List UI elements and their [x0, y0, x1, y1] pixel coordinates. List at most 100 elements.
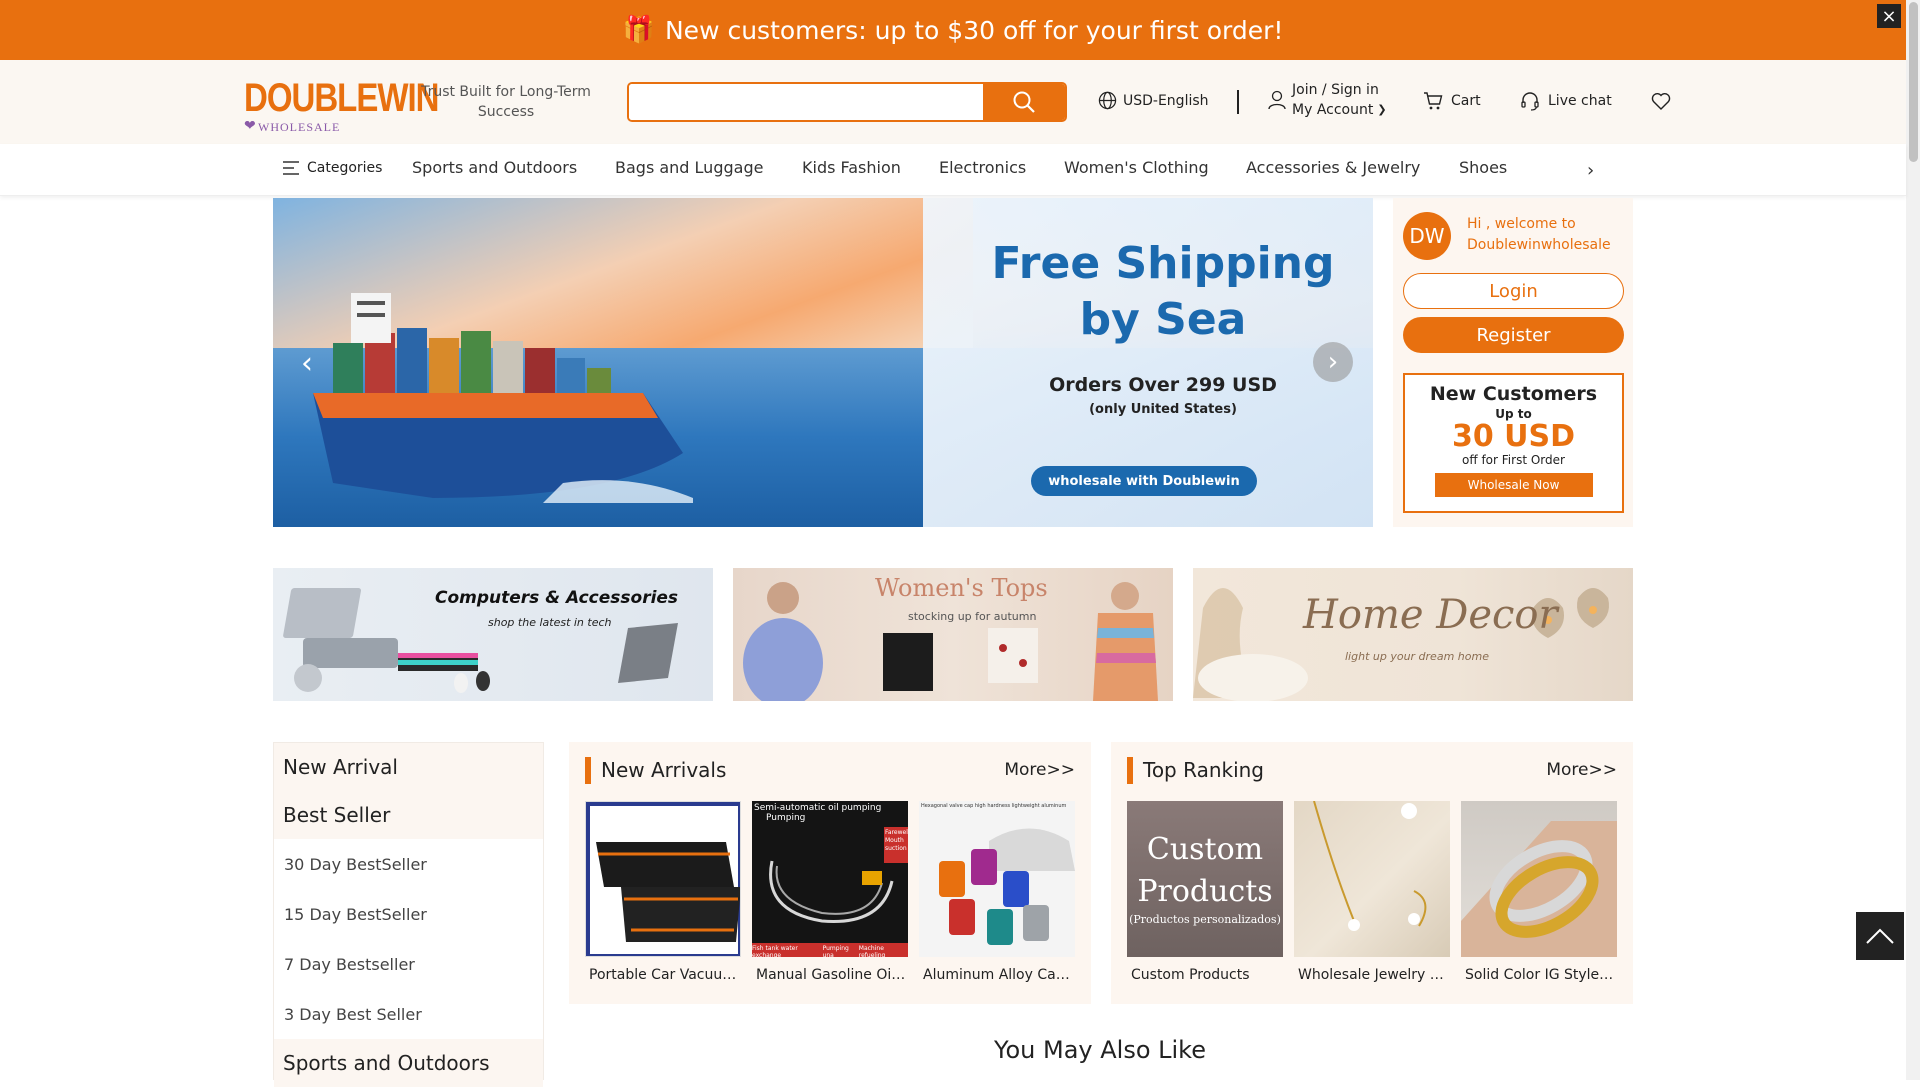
product-card[interactable]: Portable Car Vacuum Cleaner Bag — [585, 801, 741, 983]
nav-link-shoes[interactable]: Shoes — [1459, 158, 1507, 177]
product-card[interactable]: Wholesale Jewelry Set — [1294, 801, 1450, 983]
chevron-left-icon[interactable]: ‹ — [301, 346, 313, 381]
sidebar-item-30-day[interactable]: 30 Day BestSeller — [274, 839, 543, 889]
product-image: Hexagonal valve cap high hardness lightw… — [919, 801, 1075, 957]
top-ranking-section: Top Ranking More>> Custom Products (Prod… — [1111, 742, 1633, 1004]
hero-carousel[interactable]: Free Shipping by Sea Orders Over 299 USD… — [273, 198, 1373, 527]
gift-icon: 🎁 — [622, 15, 655, 45]
categories-menu[interactable]: Categories — [282, 160, 382, 176]
product-image — [1294, 801, 1450, 957]
user-icon — [1268, 90, 1286, 110]
wholesale-now-button[interactable]: Wholesale Now — [1434, 473, 1593, 497]
new-customer-promo[interactable]: New Customers Up to 30 USD off for First… — [1403, 373, 1624, 513]
logo[interactable]: DOUBLEWIN ❤ WHOLESALE — [244, 74, 439, 134]
promo-banner[interactable]: 🎁 New customers: up to $30 off for your … — [0, 0, 1906, 60]
product-image — [585, 801, 741, 957]
section-accent — [1127, 757, 1133, 784]
promo-text: New customers: up to $30 off for your fi… — [664, 15, 1284, 45]
cart-icon — [1424, 92, 1443, 110]
nav-link-electronics[interactable]: Electronics — [939, 158, 1026, 177]
banner-home-sub: light up your dream home — [1345, 650, 1489, 663]
account-menu[interactable]: Join / Sign in My Account ❯ — [1268, 80, 1387, 120]
wishlist-button[interactable] — [1651, 92, 1671, 110]
hero-orders: Orders Over 299 USD — [1049, 374, 1277, 396]
product-image: Semi-automatic oil pumping Pumping Farew… — [752, 801, 908, 957]
hero-title-line2: by Sea — [1079, 294, 1247, 345]
register-button[interactable]: Register — [1403, 317, 1624, 353]
new-arrivals-section: New Arrivals More>> Portable Car Vacuum … — [569, 742, 1091, 1004]
more-link[interactable]: More>> — [1546, 760, 1617, 780]
product-card[interactable]: Semi-automatic oil pumping Pumping Farew… — [752, 801, 908, 983]
section-title: Top Ranking — [1143, 758, 1265, 782]
logo-subtext: WHOLESALE — [258, 120, 341, 134]
chevron-right-icon[interactable]: › — [1313, 342, 1353, 382]
nav-link-sports[interactable]: Sports and Outdoors — [412, 158, 577, 177]
banner-computers-title: Computers & Accessories — [435, 588, 679, 608]
sidebar-new-arrival[interactable]: New Arrival — [274, 743, 543, 791]
hero-title-line1: Free Shipping — [991, 238, 1335, 289]
product-card[interactable]: Custom Products (Productos personalizado… — [1127, 801, 1283, 983]
img-text: Products — [1137, 874, 1273, 909]
banner-womens-tops[interactable]: Women's Tops stocking up for autumn — [733, 568, 1173, 701]
logo-text: DOUBLEWIN — [244, 74, 439, 120]
banner-home-title: Home Decor — [1303, 592, 1558, 638]
img-text: Pumping una — [822, 945, 849, 957]
product-title: Custom Products — [1131, 967, 1250, 983]
product-title: Manual Gasoline Oil Pump — [756, 967, 908, 983]
sidebar-item-7-day[interactable]: 7 Day Bestseller — [274, 939, 543, 989]
close-icon[interactable]: × — [1877, 4, 1901, 28]
welcome-greeting: Hi , welcome to Doublewinwholesale — [1467, 216, 1611, 253]
chevron-right-icon[interactable]: › — [1587, 160, 1594, 181]
hero-only: (only United States) — [1089, 402, 1237, 417]
section-title: New Arrivals — [601, 758, 727, 782]
nav-link-womens-clothing[interactable]: Women's Clothing — [1064, 158, 1209, 177]
scrollbar-thumb[interactable] — [1909, 2, 1918, 162]
product-image — [1461, 801, 1617, 957]
scrollbar[interactable] — [1906, 0, 1920, 1080]
back-to-top-button[interactable] — [1856, 912, 1904, 960]
banner-computers[interactable]: Computers & Accessories shop the latest … — [273, 568, 713, 701]
currency-language-selector[interactable]: USD-English — [1098, 91, 1209, 110]
menu-icon — [283, 161, 299, 175]
search-button[interactable] — [983, 84, 1065, 120]
live-chat-label: Live chat — [1548, 93, 1612, 109]
site-header: DOUBLEWIN ❤ WHOLESALE Trust Built for Lo… — [0, 60, 1906, 144]
nav-link-accessories[interactable]: Accessories & Jewelry — [1246, 158, 1420, 177]
globe-icon — [1098, 91, 1117, 110]
tagline: Trust Built for Long-Term Success — [421, 84, 591, 120]
product-title: Aluminum Alloy Car Valve Caps — [923, 967, 1075, 983]
img-text: Machine refueling — [858, 945, 886, 957]
section-accent — [585, 757, 591, 784]
divider — [1237, 90, 1239, 114]
sidebar-item-15-day[interactable]: 15 Day BestSeller — [274, 889, 543, 939]
cart-link[interactable]: Cart — [1423, 91, 1481, 111]
nav-link-bags[interactable]: Bags and Luggage — [615, 158, 763, 177]
banner-home-decor[interactable]: Home Decor light up your dream home — [1193, 568, 1633, 701]
product-card[interactable]: Hexagonal valve cap high hardness lightw… — [919, 801, 1075, 983]
join-signin-link[interactable]: Join / Sign in — [1292, 80, 1387, 100]
cargo-ship-image — [313, 293, 693, 503]
hero-cta-button[interactable]: wholesale with Doublewin — [1031, 466, 1257, 496]
product-image: Custom Products (Productos personalizado… — [1127, 801, 1283, 957]
product-title: Solid Color IG Style Bangle — [1465, 967, 1617, 983]
nc-off: off for First Order — [1462, 453, 1565, 467]
more-link[interactable]: More>> — [1004, 760, 1075, 780]
banner-womens-title: Women's Tops — [875, 574, 1048, 602]
img-text: Hexagonal valve cap high hardness lightw… — [921, 803, 1067, 809]
product-card[interactable]: Solid Color IG Style Bangle — [1461, 801, 1617, 983]
categories-label: Categories — [307, 160, 383, 176]
my-account-link[interactable]: My Account — [1292, 100, 1373, 120]
nav-link-kids[interactable]: Kids Fashion — [802, 158, 901, 177]
nc-title: New Customers — [1429, 383, 1598, 405]
sidebar-item-3-day[interactable]: 3 Day Best Seller — [274, 989, 543, 1039]
search-input[interactable] — [629, 84, 985, 120]
img-text: Custom — [1146, 832, 1264, 867]
heart-icon: ❤ — [244, 118, 256, 134]
login-button[interactable]: Login — [1403, 273, 1624, 309]
live-chat-link[interactable]: Live chat — [1520, 91, 1612, 111]
sidebar-best-seller[interactable]: Best Seller — [274, 791, 543, 839]
search-bar — [627, 82, 1067, 122]
headset-icon — [1521, 92, 1539, 111]
avatar: DW — [1403, 212, 1451, 260]
hero-title: Free Shipping by Sea — [963, 236, 1363, 348]
